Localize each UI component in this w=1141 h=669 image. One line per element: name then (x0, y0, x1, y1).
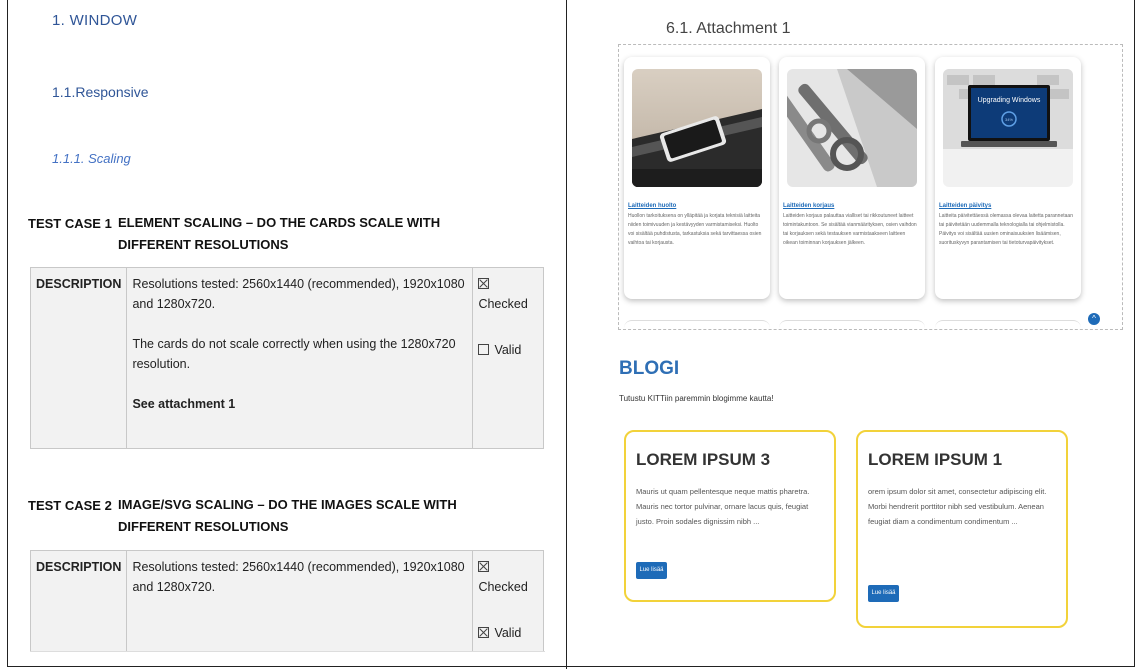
valid-checkbox[interactable] (478, 627, 490, 638)
heading-responsive: 1.1.Responsive (52, 84, 149, 100)
test-case-2-title: IMAGE/SVG SCALING – DO THE IMAGES SCALE … (118, 497, 457, 534)
card-body: Huollon tarkoituksena on ylläpitää ja ko… (628, 213, 762, 246)
service-card-huolto[interactable]: Laitteiden huolto Huollon tarkoituksena … (624, 57, 770, 299)
description-label: DESCRIPTION (29, 267, 128, 449)
attachment-panel: 6.1. Attachment 1 Laitteiden huolto Huol… (567, 0, 1135, 669)
read-more-button[interactable]: Lue lisää (868, 585, 899, 602)
valid-checkbox[interactable] (478, 344, 490, 355)
card-body: Laitteita päivitettäessä olemassa olevaa… (939, 213, 1073, 246)
card-title[interactable]: Laitteiden korjaus (783, 203, 834, 209)
card-title[interactable]: Laitteiden huolto (628, 203, 676, 209)
heading-scaling: 1.1.1. Scaling (52, 151, 131, 166)
status-cell: Checked Valid (472, 267, 545, 449)
description-p1: Resolutions tested: 2560x1440 (recommend… (132, 277, 465, 311)
attachment-title: 6.1. Attachment 1 (666, 20, 791, 37)
blog-card-title: LOREM IPSUM 3 (636, 450, 771, 469)
card-stub (935, 320, 1081, 331)
valid-label: Valid (494, 343, 522, 357)
description-p3: See attachment 1 (132, 397, 236, 411)
checked-checkbox[interactable] (478, 561, 490, 572)
card-body: Laitteiden korjaus palauttaa vialliset t… (783, 213, 917, 246)
test-case-1-table: DESCRIPTION Resolutions tested: 2560x144… (29, 267, 545, 449)
blog-card-text: Mauris ut quam pellentesque neque mattis… (636, 487, 810, 526)
description-body: Resolutions tested: 2560x1440 (recommend… (126, 550, 474, 652)
description-body: Resolutions tested: 2560x1440 (recommend… (126, 267, 474, 449)
upgrading-windows-image: Upgrading Windows 34% (943, 69, 1073, 187)
test-case-1-title: ELEMENT SCALING – DO THE CARDS SCALE WIT… (118, 215, 441, 252)
card-stub (779, 320, 925, 331)
blog-heading: BLOGI (619, 358, 680, 379)
test-case-2-table: DESCRIPTION Resolutions tested: 2560x144… (29, 550, 545, 652)
service-cards-area: Laitteiden huolto Huollon tarkoituksena … (618, 44, 1123, 330)
status-cell: Checked Valid (472, 550, 545, 652)
service-card-paivitys[interactable]: Upgrading Windows 34% Laitteiden päivity… (935, 57, 1081, 299)
upgrade-text: Upgrading Windows (978, 97, 1041, 104)
bottom-rule (30, 651, 545, 652)
test-case-1-id: TEST CASE 1 (28, 216, 112, 231)
wrench-laptop-image (787, 69, 917, 187)
phone-laptop-image (632, 69, 762, 187)
blog-card-text: orem ipsum dolor sit amet, consectetur a… (868, 487, 1047, 526)
card-stub (624, 320, 770, 331)
upgrade-percent: 34% (1005, 117, 1013, 122)
test-case-2-id: TEST CASE 2 (28, 498, 112, 513)
description-label: DESCRIPTION (29, 550, 128, 652)
valid-label: Valid (494, 626, 522, 640)
description-p1: Resolutions tested: 2560x1440 (recommend… (132, 560, 465, 594)
chevron-up-icon[interactable]: ^ (1088, 313, 1100, 325)
blog-card: LOREM IPSUM 1 orem ipsum dolor sit amet,… (856, 430, 1068, 628)
blog-subtitle: Tutustu KITTiin paremmin blogimme kautta… (619, 394, 774, 403)
checked-label: Checked (478, 297, 528, 311)
heading-window: 1. WINDOW (52, 12, 138, 29)
read-more-button[interactable]: Lue lisää (636, 562, 667, 579)
checked-label: Checked (478, 580, 528, 594)
test-document: 1. WINDOW 1.1.Responsive 1.1.1. Scaling … (8, 0, 566, 669)
blog-card-title: LOREM IPSUM 1 (868, 450, 1003, 469)
blog-card: LOREM IPSUM 3 Mauris ut quam pellentesqu… (624, 430, 836, 602)
card-title[interactable]: Laitteiden päivitys (939, 203, 991, 209)
description-p2: The cards do not scale correctly when us… (132, 337, 456, 371)
checked-checkbox[interactable] (478, 278, 490, 289)
service-card-korjaus[interactable]: Laitteiden korjaus Laitteiden korjaus pa… (779, 57, 925, 299)
